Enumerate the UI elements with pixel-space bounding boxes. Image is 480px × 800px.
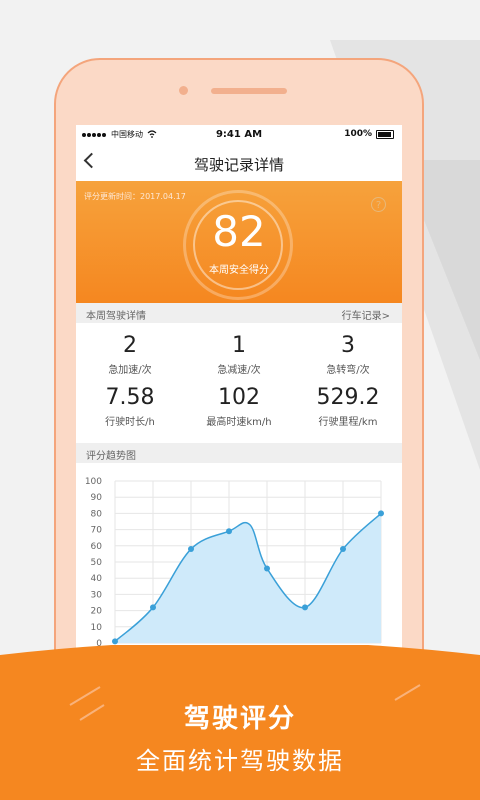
- page-title: 驾驶记录详情: [193, 156, 284, 174]
- stat-value: 1: [232, 333, 246, 358]
- trend-header: 评分趋势图: [76, 443, 402, 463]
- stat-value: 3: [341, 333, 355, 358]
- phone-screen: 中国移动 9:41 AM 100% 驾驶记录详情 评分更新时间：2017.04.…: [76, 125, 402, 685]
- stat-max-speed: 102 最高时速km/h: [185, 385, 293, 428]
- weekly-detail-header: 本周驾驶详情 行车记录>: [76, 303, 402, 323]
- weekly-stats-grid: 2 急加速/次 1 急减速/次 3 急转弯/次 7.58 行驶时长/h 102 …: [76, 323, 402, 443]
- stat-value: 102: [218, 385, 260, 410]
- trend-point: [150, 604, 156, 611]
- stat-label: 急转弯/次: [326, 365, 370, 376]
- battery-icon: [376, 129, 394, 139]
- stat-hard-braking: 1 急减速/次: [185, 333, 293, 376]
- stat-driving-duration: 7.58 行驶时长/h: [76, 385, 184, 428]
- safety-score-value: 82: [212, 207, 266, 256]
- score-updated-time: 评分更新时间：2017.04.17: [84, 192, 186, 201]
- trend-title: 评分趋势图: [86, 451, 136, 462]
- stat-mileage: 529.2 行驶里程/km: [294, 385, 402, 428]
- y-tick-label: 30: [91, 590, 103, 600]
- y-tick-label: 60: [91, 542, 103, 552]
- stat-label: 急减速/次: [217, 365, 261, 376]
- stat-label: 行驶里程/km: [318, 417, 378, 428]
- y-tick-label: 100: [85, 477, 102, 487]
- stat-value: 7.58: [105, 385, 155, 410]
- status-bar: 中国移动 9:41 AM 100%: [76, 125, 402, 145]
- stat-hard-acceleration: 2 急加速/次: [76, 333, 184, 376]
- y-tick-label: 20: [91, 607, 103, 617]
- trend-point: [188, 546, 194, 553]
- banner-title: 驾驶评分: [183, 704, 296, 734]
- stat-label: 急加速/次: [108, 365, 152, 376]
- stat-value: 529.2: [316, 385, 380, 410]
- help-icon[interactable]: ?: [371, 197, 386, 212]
- nav-bar: 驾驶记录详情: [76, 145, 402, 181]
- y-tick-label: 90: [91, 493, 103, 503]
- stat-value: 2: [123, 333, 137, 358]
- y-tick-label: 80: [91, 509, 103, 519]
- driving-record-link[interactable]: 行车记录>: [342, 307, 390, 322]
- trend-point: [112, 638, 118, 645]
- trend-point: [264, 565, 270, 572]
- trend-point: [226, 528, 232, 535]
- trend-point: [340, 546, 346, 553]
- safety-score-label: 本周安全得分: [209, 265, 269, 276]
- trend-point: [378, 510, 384, 517]
- trend-point: [302, 604, 308, 611]
- phone-camera: [179, 86, 188, 95]
- y-tick-label: 70: [91, 526, 103, 536]
- stat-label: 最高时速km/h: [206, 417, 272, 428]
- y-tick-label: 40: [91, 574, 103, 584]
- battery-percent: 100%: [344, 129, 372, 139]
- stat-sharp-turn: 3 急转弯/次: [294, 333, 402, 376]
- score-card: 评分更新时间：2017.04.17 82 本周安全得分 ?: [76, 181, 402, 303]
- phone-speaker: [211, 88, 287, 94]
- y-tick-label: 50: [91, 558, 103, 568]
- banner-subtitle: 全面统计驾驶数据: [136, 747, 344, 775]
- y-tick-label: 10: [91, 623, 103, 633]
- weekly-detail-title: 本周驾驶详情: [86, 311, 146, 322]
- stat-label: 行驶时长/h: [105, 417, 155, 428]
